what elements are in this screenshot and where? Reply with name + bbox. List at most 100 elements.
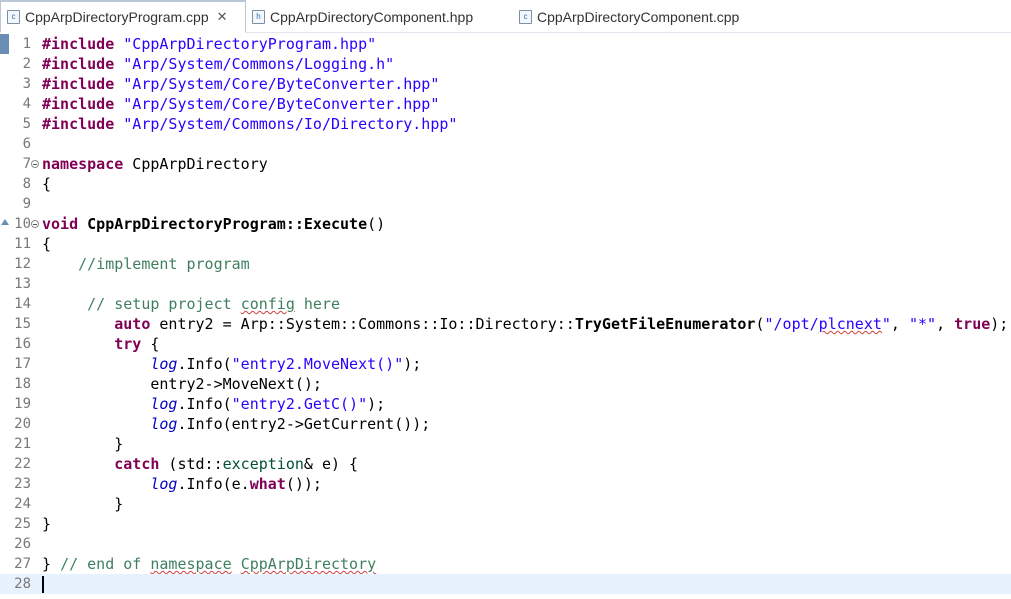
line-number: 2 bbox=[22, 56, 31, 72]
code-token: #include bbox=[42, 75, 115, 93]
code-line[interactable]: 20 log.Info(entry2->GetCurrent()); bbox=[0, 414, 1011, 434]
code-text: { bbox=[42, 234, 51, 254]
code-line[interactable]: 22 catch (std::exception& e) { bbox=[0, 454, 1011, 474]
code-line[interactable]: 13 bbox=[0, 274, 1011, 294]
code-token: #include bbox=[42, 35, 115, 53]
code-token: CppArpDirectory bbox=[240, 555, 377, 573]
code-token: ); bbox=[367, 395, 386, 413]
code-token: .Info( bbox=[177, 395, 232, 413]
line-number: 13 bbox=[14, 276, 31, 292]
code-token: here bbox=[294, 295, 341, 313]
code-line[interactable]: 27} // end of namespace CppArpDirectory bbox=[0, 554, 1011, 574]
code-line[interactable]: 14 // setup project config here bbox=[0, 294, 1011, 314]
code-line[interactable]: 21 } bbox=[0, 434, 1011, 454]
fold-toggle-icon[interactable] bbox=[31, 160, 39, 168]
code-text: } // end of namespace CppArpDirectory bbox=[42, 554, 376, 574]
fold-toggle-icon[interactable] bbox=[31, 220, 39, 228]
code-line[interactable]: 1 #include "CppArpDirectoryProgram.hpp" bbox=[0, 34, 1011, 54]
code-line[interactable]: 26 bbox=[0, 534, 1011, 554]
code-line[interactable]: 10 void CppArpDirectoryProgram::Execute() bbox=[0, 214, 1011, 234]
code-line[interactable]: 16 try { bbox=[0, 334, 1011, 354]
code-token: true bbox=[954, 315, 991, 333]
code-line[interactable]: 6 bbox=[0, 134, 1011, 154]
code-token: namespace bbox=[150, 555, 232, 573]
line-number: 10 bbox=[14, 216, 31, 232]
code-line[interactable]: 15 auto entry2 = Arp::System::Commons::I… bbox=[0, 314, 1011, 334]
header-file-icon: h bbox=[252, 9, 265, 24]
line-number: 22 bbox=[14, 456, 31, 472]
tab-label: CppArpDirectoryComponent.hpp bbox=[270, 8, 474, 25]
code-token: (std:: bbox=[159, 455, 223, 473]
code-token: , bbox=[890, 315, 909, 333]
tab-cpparpdirectorycomponent-hpp[interactable]: h CppArpDirectoryComponent.hpp bbox=[246, 0, 511, 33]
code-token: .Info(e. bbox=[177, 475, 250, 493]
code-line[interactable]: 9 bbox=[0, 194, 1011, 214]
code-token: "Arp/System/Commons/Io/Directory.hpp" bbox=[114, 115, 458, 133]
close-icon[interactable]: ✕ bbox=[217, 10, 228, 25]
code-line[interactable]: 25} bbox=[0, 514, 1011, 534]
code-token: "Arp/System/Commons/Logging.h" bbox=[114, 55, 395, 73]
line-number: 23 bbox=[14, 476, 31, 492]
tab-cpparpdirectorycomponent-cpp[interactable]: c CppArpDirectoryComponent.cpp bbox=[513, 0, 773, 33]
line-number: 15 bbox=[14, 316, 31, 332]
code-line[interactable]: 5 #include "Arp/System/Commons/Io/Directo… bbox=[0, 114, 1011, 134]
code-line[interactable]: 3 #include "Arp/System/Core/ByteConverter… bbox=[0, 74, 1011, 94]
code-token: } bbox=[42, 495, 124, 513]
code-token: "entry2.MoveNext()" bbox=[231, 355, 404, 373]
line-number: 3 bbox=[22, 76, 31, 92]
code-text: log.Info("entry2.GetC()"); bbox=[42, 394, 385, 414]
code-token: { bbox=[42, 235, 52, 253]
line-number: 19 bbox=[14, 396, 31, 412]
line-number: 8 bbox=[22, 176, 31, 192]
code-text: #include "CppArpDirectoryProgram.hpp" bbox=[42, 34, 376, 54]
code-line[interactable]: 24 } bbox=[0, 494, 1011, 514]
code-token: #include bbox=[42, 95, 115, 113]
code-line[interactable]: 8{ bbox=[0, 174, 1011, 194]
code-text: auto entry2 = Arp::System::Commons::Io::… bbox=[42, 314, 1008, 334]
code-token: ); bbox=[403, 355, 422, 373]
code-line[interactable]: 19 log.Info("entry2.GetC()"); bbox=[0, 394, 1011, 414]
code-token: " bbox=[881, 315, 891, 333]
text-cursor bbox=[42, 576, 44, 593]
code-text: //implement program bbox=[42, 254, 250, 274]
line-number: 11 bbox=[14, 236, 31, 252]
tab-label: CppArpDirectoryProgram.cpp bbox=[25, 9, 209, 25]
line-number: 12 bbox=[14, 256, 31, 272]
code-token: log bbox=[150, 395, 178, 413]
code-token: TryGetFileEnumerator bbox=[574, 315, 756, 333]
code-token: log bbox=[150, 355, 178, 373]
editor-tab-bar: c CppArpDirectoryProgram.cpp ✕ h CppArpD… bbox=[0, 0, 1011, 33]
code-line[interactable]: 23 log.Info(e.what()); bbox=[0, 474, 1011, 494]
code-token: () bbox=[367, 215, 386, 233]
code-line[interactable]: 11 { bbox=[0, 234, 1011, 254]
code-line[interactable]: 17 log.Info("entry2.MoveNext()"); bbox=[0, 354, 1011, 374]
code-token: entry2->MoveNext(); bbox=[42, 375, 322, 393]
code-token: "entry2.GetC()" bbox=[231, 395, 368, 413]
code-token: //implement program bbox=[78, 255, 250, 273]
code-line[interactable]: 4 #include "Arp/System/Core/ByteConverter… bbox=[0, 94, 1011, 114]
code-text: // setup project config here bbox=[42, 294, 340, 314]
code-line[interactable]: 2 #include "Arp/System/Commons/Logging.h" bbox=[0, 54, 1011, 74]
code-line[interactable]: 28 bbox=[0, 574, 1011, 594]
line-number: 17 bbox=[14, 356, 31, 372]
tab-cpparpdirectoryprogram-cpp[interactable]: c CppArpDirectoryProgram.cpp ✕ bbox=[0, 0, 246, 33]
code-editor[interactable]: 1 #include "CppArpDirectoryProgram.hpp" 2 #… bbox=[0, 33, 1011, 599]
line-number: 18 bbox=[14, 376, 31, 392]
line-number: 25 bbox=[14, 516, 31, 532]
code-line[interactable]: 18 entry2->MoveNext(); bbox=[0, 374, 1011, 394]
code-text: #include "Arp/System/Core/ByteConverter.… bbox=[42, 74, 439, 94]
code-token: try bbox=[114, 335, 142, 353]
line-number: 28 bbox=[14, 576, 31, 592]
cpp-file-icon: c bbox=[519, 9, 532, 24]
code-line[interactable]: 12 //implement program bbox=[0, 254, 1011, 274]
line-number: 4 bbox=[22, 96, 31, 112]
code-line[interactable]: 7 namespace CppArpDirectory bbox=[0, 154, 1011, 174]
code-text: catch (std::exception& e) { bbox=[42, 454, 358, 474]
code-token: .Info( bbox=[177, 355, 232, 373]
